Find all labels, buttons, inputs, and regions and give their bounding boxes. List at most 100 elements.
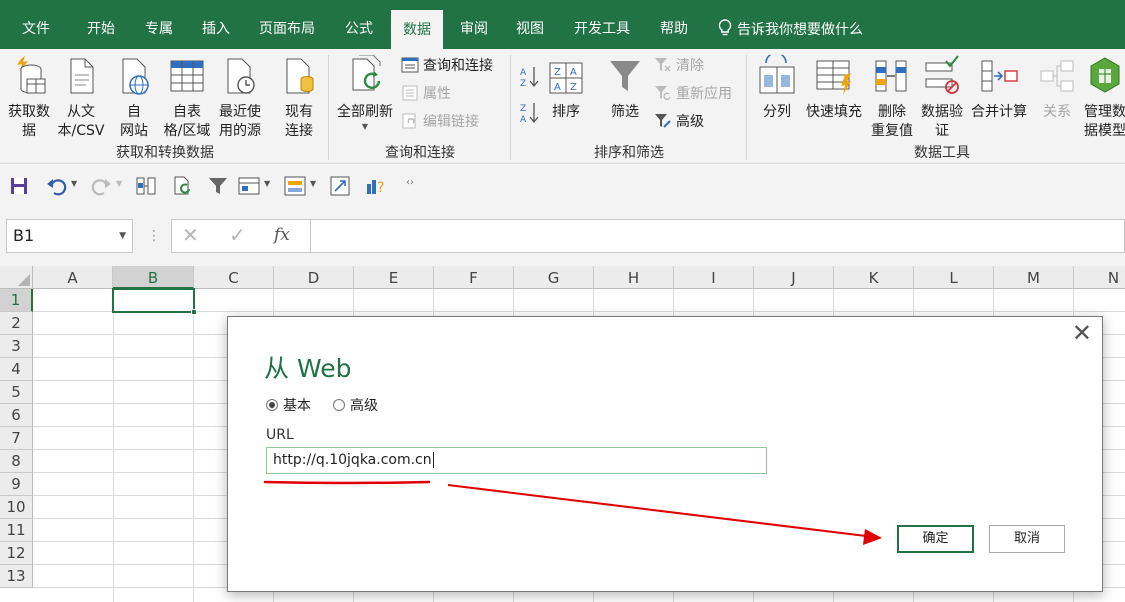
column-header[interactable]: H	[594, 266, 674, 289]
row-header[interactable]: 10	[0, 496, 33, 519]
redo-icon[interactable]	[90, 176, 112, 196]
edit-links-label: 编辑链接	[423, 114, 479, 130]
remove-duplicates-button[interactable]: 删除 重复值	[867, 55, 917, 141]
row-header[interactable]: 6	[0, 404, 33, 427]
name-box[interactable]: B1 ▼	[6, 219, 133, 253]
tab-file[interactable]: 文件	[22, 0, 50, 49]
properties-label: 属性	[423, 86, 451, 102]
name-box-value: B1	[13, 226, 35, 245]
sort-descending-icon[interactable]: ZA	[519, 101, 541, 129]
column-header[interactable]: L	[914, 266, 994, 289]
column-header[interactable]: B	[113, 266, 194, 289]
selected-cell[interactable]	[112, 288, 195, 313]
column-header[interactable]: K	[834, 266, 914, 289]
chevron-down-icon[interactable]: ▼	[264, 179, 270, 188]
row-header[interactable]: 4	[0, 358, 33, 381]
splitter-dots-icon[interactable]: ⋮	[147, 229, 161, 243]
group-qat-icon[interactable]	[284, 176, 306, 196]
close-icon[interactable]: ✕	[1072, 319, 1092, 347]
column-header[interactable]: J	[754, 266, 834, 289]
row-header[interactable]: 9	[0, 473, 33, 496]
flash-fill-button[interactable]: 快速填充	[802, 55, 866, 122]
save-icon[interactable]	[10, 177, 28, 195]
tab-insert[interactable]: 插入	[202, 0, 230, 49]
cancel-button[interactable]: 取消	[989, 525, 1065, 553]
reapply-button[interactable]: 重新应用	[654, 83, 732, 105]
column-header[interactable]: A	[33, 266, 113, 289]
recent-sources-button[interactable]: 最近使 用的源	[214, 55, 266, 141]
tab-page-layout[interactable]: 页面布局	[259, 0, 315, 49]
undo-dropdown-icon[interactable]: ▼	[71, 179, 77, 188]
row-header[interactable]: 8	[0, 450, 33, 473]
relationships-button[interactable]: 关系	[1037, 55, 1077, 122]
chevron-down-icon[interactable]: ▼	[310, 179, 316, 188]
tab-exclusive[interactable]: 专属	[145, 0, 173, 49]
redo-dropdown-icon[interactable]: ▼	[116, 179, 122, 188]
manage-data-model-button[interactable]: 管理数 据模型	[1080, 55, 1125, 141]
radio-advanced[interactable]: 高级	[333, 395, 378, 415]
tell-me-box[interactable]: 告诉我你想要做什么	[717, 0, 863, 49]
tab-formulas[interactable]: 公式	[345, 0, 373, 49]
row-header[interactable]: 13	[0, 565, 33, 588]
screenshot-qat-icon[interactable]	[330, 176, 350, 196]
from-table-button[interactable]: 自表 格/区域	[160, 55, 214, 141]
sort-button[interactable]: ZA AZ 排序	[546, 55, 586, 122]
select-all-corner[interactable]	[0, 266, 33, 289]
row-header[interactable]: 1	[0, 289, 33, 312]
advanced-filter-button[interactable]: 高级	[654, 111, 704, 133]
from-text-csv-button[interactable]: 从文 本/CSV	[55, 55, 107, 141]
column-header[interactable]: I	[674, 266, 754, 289]
tab-developer[interactable]: 开发工具	[574, 0, 630, 49]
row-header[interactable]: 3	[0, 335, 33, 358]
column-header[interactable]: D	[274, 266, 354, 289]
queries-connections-button[interactable]: 查询和连接	[401, 55, 493, 77]
undo-icon[interactable]	[46, 176, 68, 196]
confirm-formula-icon[interactable]: ✓	[229, 223, 246, 247]
existing-connections-icon	[286, 58, 314, 94]
form-qat-icon[interactable]	[238, 177, 260, 195]
ok-button[interactable]: 确定	[897, 525, 974, 553]
formula-input[interactable]	[310, 219, 1125, 253]
text-to-columns-qat-icon[interactable]	[136, 177, 156, 195]
text-to-columns-button[interactable]: 分列	[757, 52, 797, 122]
clear-filter-icon	[655, 58, 671, 72]
row-header[interactable]: 12	[0, 542, 33, 565]
clear-filter-button[interactable]: 清除	[654, 55, 704, 77]
row-header[interactable]: 11	[0, 519, 33, 542]
filter-button[interactable]: 筛选	[604, 55, 646, 122]
tab-help[interactable]: 帮助	[660, 0, 688, 49]
tab-view[interactable]: 视图	[516, 0, 544, 49]
filter-qat-icon[interactable]	[208, 176, 228, 196]
refresh-all-button[interactable]: 全部刷新 ▼	[333, 54, 397, 132]
url-input[interactable]: http://q.10jqka.com.cn	[266, 447, 767, 474]
column-header[interactable]: C	[194, 266, 274, 289]
customize-qat-icon[interactable]: ‹›	[406, 177, 414, 188]
radio-basic[interactable]: 基本	[266, 395, 311, 415]
cancel-formula-icon[interactable]: ✕	[182, 223, 199, 247]
row-header[interactable]: 2	[0, 312, 33, 335]
column-header[interactable]: N	[1074, 266, 1125, 289]
tab-review[interactable]: 审阅	[460, 0, 488, 49]
consolidate-button[interactable]: 合并计算	[968, 55, 1030, 122]
edit-links-button[interactable]: 编辑链接	[401, 111, 479, 133]
row-header[interactable]: 5	[0, 381, 33, 404]
clear-filter-label: 清除	[676, 58, 704, 74]
refresh-qat-icon[interactable]	[172, 176, 192, 196]
column-header[interactable]: E	[354, 266, 434, 289]
sort-ascending-icon[interactable]: AZ	[519, 65, 541, 93]
get-data-button[interactable]: 获取数 据	[4, 55, 54, 141]
properties-button[interactable]: 属性	[401, 83, 451, 105]
column-header[interactable]: F	[434, 266, 514, 289]
column-header[interactable]: G	[514, 266, 594, 289]
tab-data[interactable]: 数据	[391, 10, 443, 49]
insert-function-icon[interactable]: fx	[274, 225, 290, 245]
fill-handle[interactable]	[191, 309, 197, 315]
chevron-down-icon[interactable]: ▼	[119, 220, 126, 252]
column-header[interactable]: M	[994, 266, 1074, 289]
from-web-button[interactable]: 自 网站	[112, 55, 156, 141]
tab-home[interactable]: 开始	[87, 0, 115, 49]
data-validation-button[interactable]: 数据验 证	[918, 55, 966, 141]
existing-connections-button[interactable]: 现有 连接	[276, 55, 322, 141]
help-qat-icon[interactable]: ?	[366, 176, 388, 196]
row-header[interactable]: 7	[0, 427, 33, 450]
